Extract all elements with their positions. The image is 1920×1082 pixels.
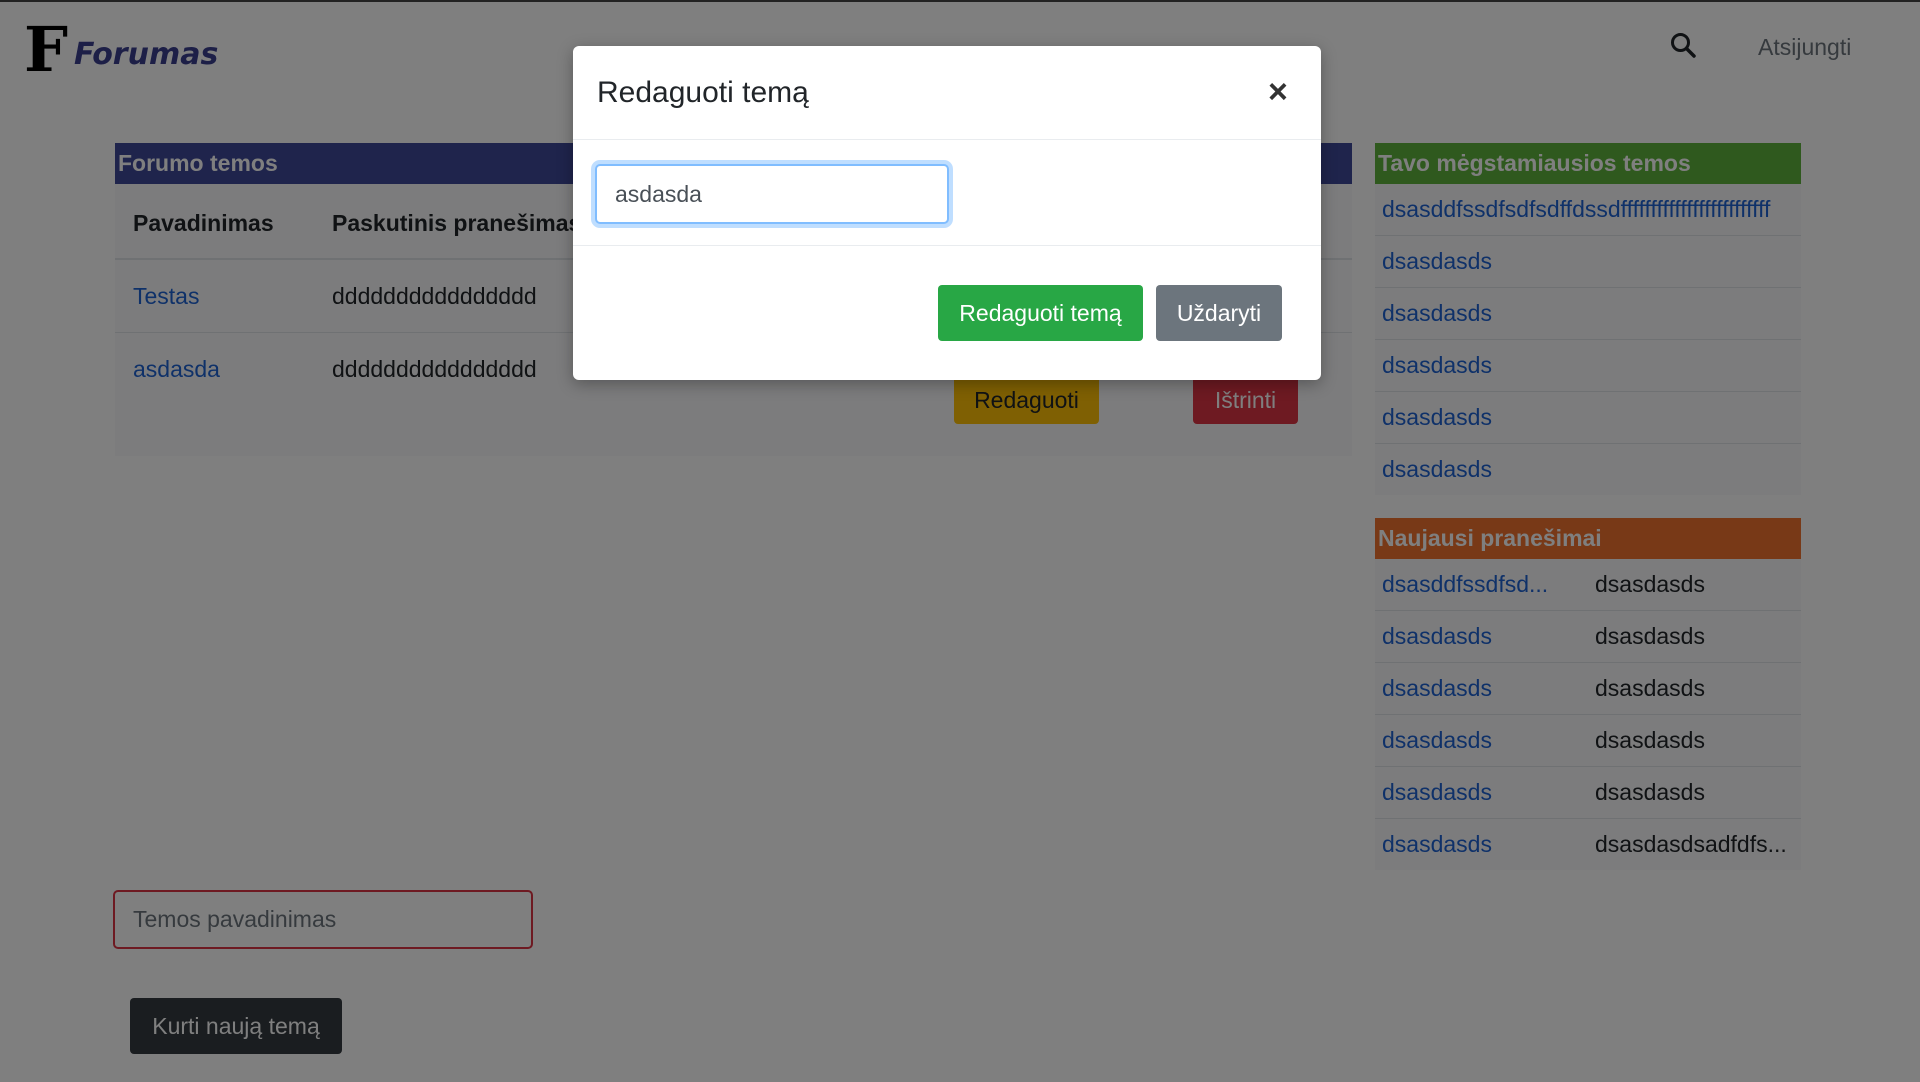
close-modal-button[interactable]: Uždaryti <box>1156 285 1282 341</box>
close-icon[interactable]: × <box>1268 72 1288 112</box>
edit-topic-modal: Redaguoti temą × Redaguoti temą Uždaryti <box>573 46 1321 380</box>
save-topic-button[interactable]: Redaguoti temą <box>938 285 1143 341</box>
modal-header-divider <box>573 139 1321 140</box>
modal-footer-divider <box>573 245 1321 246</box>
modal-title: Redaguoti temą <box>597 76 809 109</box>
topic-name-input[interactable] <box>595 164 949 224</box>
